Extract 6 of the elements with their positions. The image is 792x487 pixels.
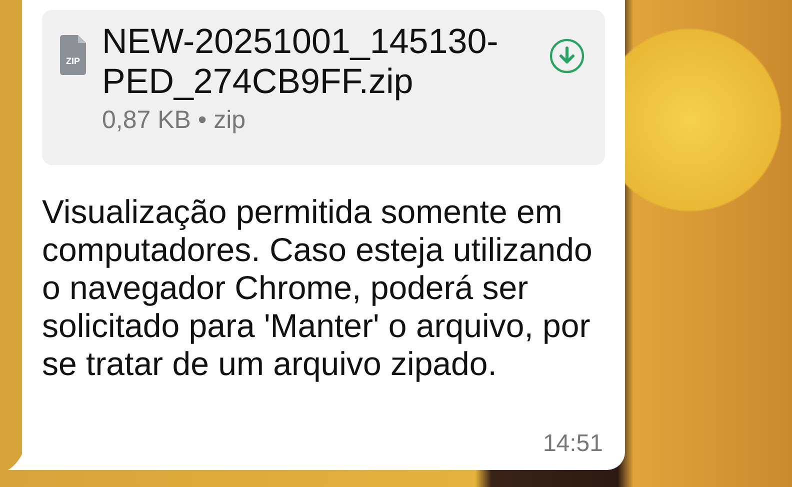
file-meta: 0,87 KB • zip bbox=[102, 106, 247, 135]
message-text: Visualização permitida somente em computadores. Caso esteja utilizando o navegador Chrome, poderá ser solicitado para 'Manter' o arquivo, por se tratar de um arquivo zipado. bbox=[42, 193, 594, 383]
message-time: 14:51 bbox=[542, 430, 603, 458]
file-name: NEW-20251001_145130-PED_274CB9FF.zip bbox=[102, 22, 500, 102]
download-icon[interactable] bbox=[549, 38, 585, 74]
attachment-card[interactable]: ZIP NEW-20251001_145130-PED_274CB9FF.zip 0,87 KB • zip bbox=[42, 10, 605, 165]
